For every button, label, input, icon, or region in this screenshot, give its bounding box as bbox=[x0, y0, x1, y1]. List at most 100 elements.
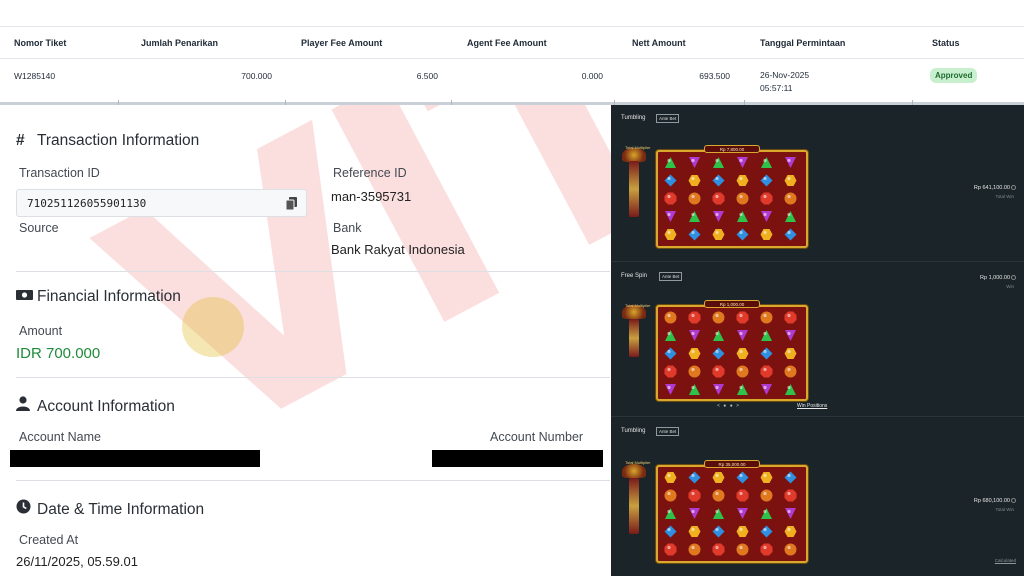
green-gem-icon bbox=[760, 329, 773, 342]
green-gem-icon bbox=[712, 507, 725, 520]
amount-label: Amount bbox=[19, 324, 63, 338]
green-gem-icon bbox=[664, 329, 677, 342]
redacted-account-number bbox=[432, 450, 603, 467]
created-at-label: Created At bbox=[19, 533, 79, 547]
gold-gem-icon bbox=[760, 471, 773, 484]
table-header-row: Nomor Tiket Jumlah Penarikan Player Fee … bbox=[0, 27, 1024, 59]
transaction-id-field[interactable]: 710251126055901130 bbox=[16, 189, 307, 217]
clock-icon bbox=[16, 499, 33, 519]
info-icon bbox=[1011, 185, 1016, 191]
purple-gem-icon bbox=[736, 156, 749, 169]
orange-gem-icon bbox=[736, 192, 749, 205]
purple-gem-icon bbox=[664, 383, 677, 396]
pagination-dots[interactable]: < ● ● > bbox=[717, 403, 740, 409]
header-withdraw-amount: Jumlah Penarikan bbox=[141, 38, 219, 48]
game-history-panel: 8 Tumbling Ante Bet Total Multiplier Rp … bbox=[611, 105, 1024, 576]
green-gem-icon bbox=[688, 210, 701, 223]
multiplier-pillar bbox=[629, 161, 639, 217]
account-name-label: Account Name bbox=[19, 430, 101, 444]
orange-gem-icon bbox=[664, 489, 677, 502]
datetime-info-title: Date & Time Information bbox=[37, 501, 205, 518]
red-gem-icon bbox=[712, 192, 725, 205]
win-positions-link[interactable]: Win Positions bbox=[797, 403, 827, 409]
amount-value: IDR 700.000 bbox=[16, 345, 101, 362]
purple-gem-icon bbox=[784, 507, 797, 520]
financial-info-title: Financial Information bbox=[37, 288, 181, 305]
blue-gem-icon bbox=[664, 174, 677, 187]
blue-gem-icon bbox=[688, 471, 701, 484]
red-gem-icon bbox=[760, 543, 773, 556]
board-bet-amount: Rp 1,000.00 bbox=[704, 300, 760, 308]
table-row[interactable]: W1285140 700.000 6.500 0.000 693.500 26-… bbox=[0, 60, 1024, 102]
header-nett-amount: Nett Amount bbox=[632, 38, 686, 48]
green-gem-icon bbox=[664, 507, 677, 520]
green-gem-icon bbox=[784, 383, 797, 396]
account-info-title: Account Information bbox=[37, 398, 175, 415]
status-badge: Approved bbox=[930, 68, 978, 83]
orange-gem-icon bbox=[688, 543, 701, 556]
purple-gem-icon bbox=[736, 507, 749, 520]
blue-gem-icon bbox=[664, 347, 677, 360]
account-info-heading: Account Information bbox=[16, 396, 175, 416]
purple-gem-icon bbox=[712, 383, 725, 396]
source-label: Source bbox=[19, 221, 59, 235]
multiplier-label: Total Multiplier bbox=[625, 303, 651, 308]
account-number-label: Account Number bbox=[490, 430, 584, 444]
orange-gem-icon bbox=[688, 365, 701, 378]
gold-gem-icon bbox=[664, 471, 677, 484]
purple-gem-icon bbox=[664, 210, 677, 223]
gold-gem-icon bbox=[736, 525, 749, 538]
header-agent-fee: Agent Fee Amount bbox=[467, 38, 547, 48]
purple-gem-icon bbox=[760, 210, 773, 223]
red-gem-icon bbox=[760, 365, 773, 378]
green-gem-icon bbox=[784, 210, 797, 223]
red-gem-icon bbox=[712, 365, 725, 378]
blue-gem-icon bbox=[664, 525, 677, 538]
red-gem-icon bbox=[712, 543, 725, 556]
slot-board[interactable]: Rp 7,800.00 bbox=[656, 145, 808, 248]
multiplier-label: Total Multiplier bbox=[625, 460, 651, 465]
ante-bet-tag: Ante Bet bbox=[656, 114, 680, 123]
orange-gem-icon bbox=[688, 192, 701, 205]
financial-info-heading: Financial Information bbox=[16, 288, 181, 306]
cell-ticket-no: W1285140 bbox=[14, 71, 56, 81]
green-gem-icon bbox=[736, 383, 749, 396]
calculated-link[interactable]: Calculated bbox=[995, 558, 1016, 563]
gold-gem-icon bbox=[688, 525, 701, 538]
gold-gem-icon bbox=[784, 347, 797, 360]
orange-gem-icon bbox=[736, 543, 749, 556]
orange-gem-icon bbox=[784, 543, 797, 556]
redacted-account-name bbox=[10, 450, 260, 467]
hash-icon: # bbox=[16, 132, 25, 149]
red-gem-icon bbox=[784, 311, 797, 324]
header-ticket-no: Nomor Tiket bbox=[14, 38, 67, 48]
copy-icon[interactable] bbox=[286, 197, 297, 210]
red-gem-icon bbox=[688, 311, 701, 324]
orange-gem-icon bbox=[760, 311, 773, 324]
multiplier-pillar bbox=[629, 319, 639, 357]
game-round-2: Free Spin Ante Bet Total Multiplier Rp 1… bbox=[611, 263, 1024, 417]
orange-gem-icon bbox=[784, 192, 797, 205]
gold-gem-icon bbox=[688, 347, 701, 360]
total-win-value: Rp 680,100.00 bbox=[973, 498, 1010, 504]
cell-agent-fee: 0.000 bbox=[581, 71, 603, 81]
slot-board[interactable]: Rp 1,000.00 bbox=[656, 300, 808, 401]
request-date-time: 05:57:11 bbox=[760, 83, 793, 93]
purple-gem-icon bbox=[736, 329, 749, 342]
info-icon bbox=[1011, 275, 1016, 281]
gold-gem-icon bbox=[784, 525, 797, 538]
ante-bet-tag: Ante Bet bbox=[656, 427, 680, 436]
red-gem-icon bbox=[664, 365, 677, 378]
blue-gem-icon bbox=[736, 228, 749, 241]
purple-gem-icon bbox=[688, 329, 701, 342]
gold-gem-icon bbox=[712, 471, 725, 484]
orange-gem-icon bbox=[712, 311, 725, 324]
green-gem-icon bbox=[736, 210, 749, 223]
section-divider bbox=[16, 377, 610, 378]
total-win-value: Rp 641,100.00 bbox=[973, 185, 1010, 191]
purple-gem-icon bbox=[760, 383, 773, 396]
total-win-label: Total Win bbox=[995, 507, 1014, 512]
multiplier-emblem bbox=[622, 148, 646, 162]
ante-bet-tag: Ante Bet bbox=[659, 272, 683, 281]
slot-board[interactable]: Rp 35,000.00 bbox=[656, 460, 808, 563]
